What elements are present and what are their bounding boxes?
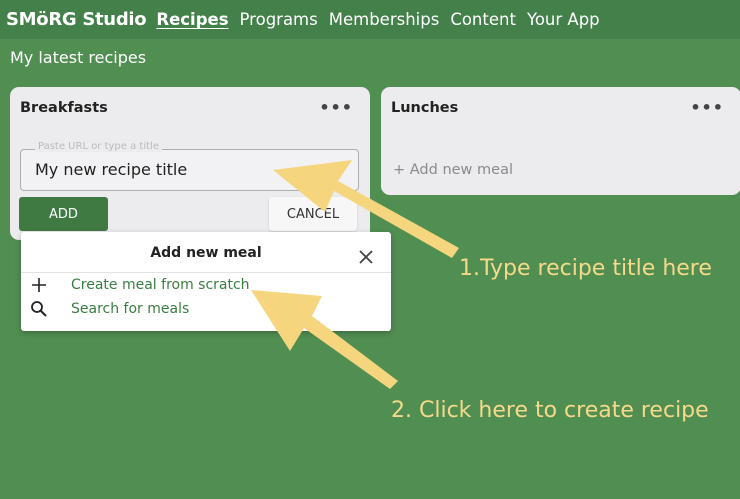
annotation-step-2: 2. Click here to create recipe <box>391 398 709 423</box>
annotation-step-1: 1.Type recipe title here <box>459 256 712 281</box>
annotation-arrows <box>251 160 459 389</box>
arrow-to-create-item <box>251 290 398 389</box>
arrow-to-input <box>273 160 459 258</box>
